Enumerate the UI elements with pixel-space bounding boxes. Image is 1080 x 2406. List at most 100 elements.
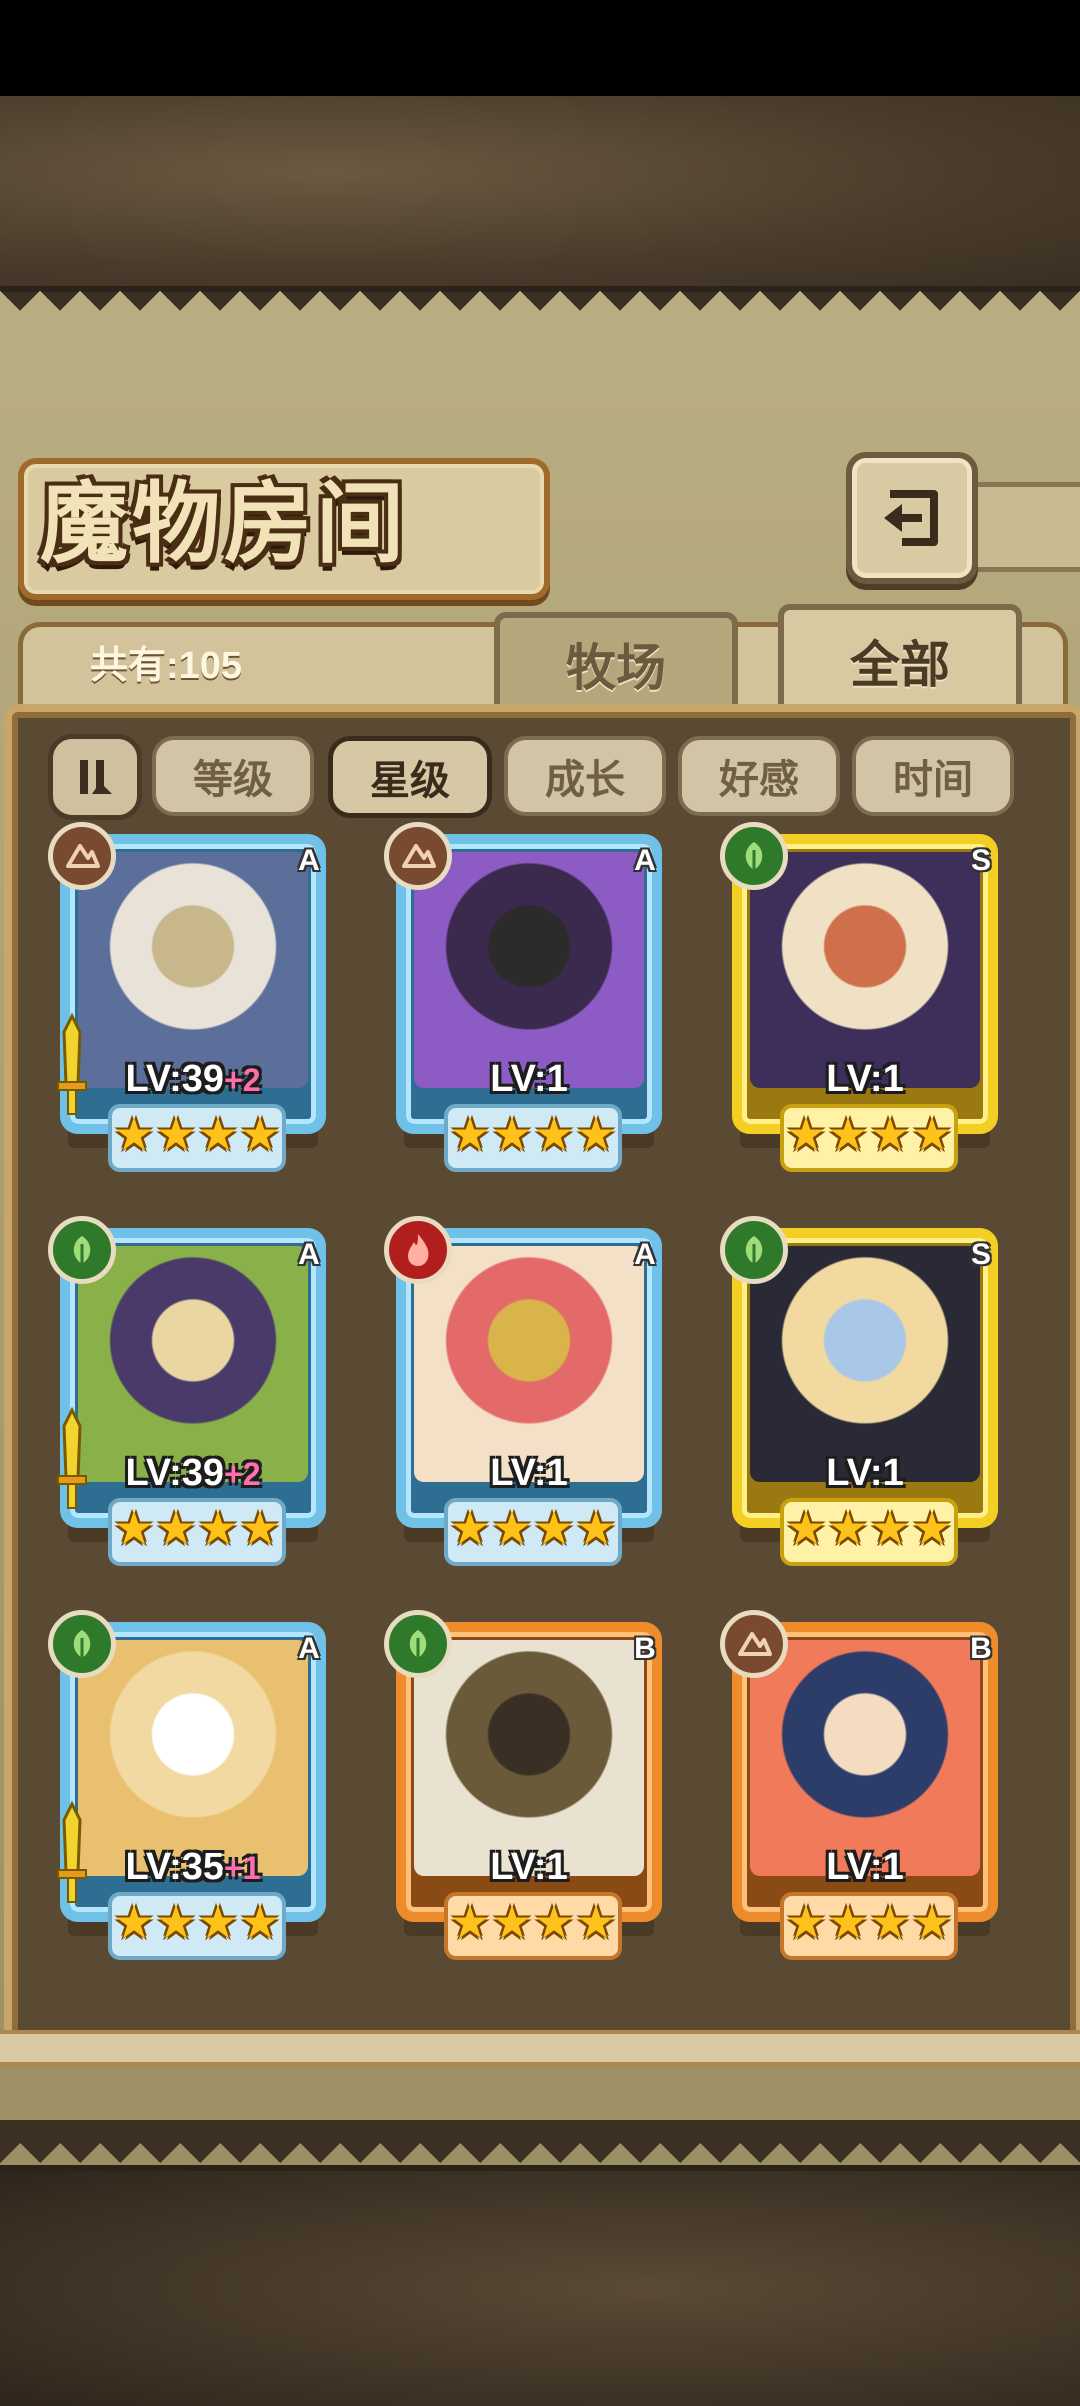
monster-level: LV:1 <box>760 1846 970 1890</box>
monster-card[interactable]: B LV:1 ★ ★ ★ ★ <box>384 1610 674 1965</box>
monster-card[interactable]: S LV:1 ★ ★ ★ ★ <box>720 1216 1010 1571</box>
torn-edge-bottom <box>0 2120 1080 2166</box>
level-text: LV:1 <box>826 1846 904 1888</box>
star-icon: ★ <box>113 1896 155 1948</box>
sort-affection-button[interactable]: 好感 <box>678 736 840 816</box>
torn-edge-top <box>0 288 1080 334</box>
star-icon: ★ <box>533 1896 575 1948</box>
earth-element-icon <box>384 822 452 890</box>
back-button-rail <box>960 482 1080 572</box>
star-icon: ★ <box>869 1502 911 1554</box>
panel-bottom-rail <box>0 2030 1080 2066</box>
monster-card[interactable]: A LV:39+2 ★ ★ ★ ★ <box>48 822 338 1177</box>
monster-card[interactable]: A LV:1 ★ ★ ★ ★ <box>384 1216 674 1571</box>
star-icon: ★ <box>449 1108 491 1160</box>
rank-badge: A <box>634 844 656 877</box>
level-text: LV:1 <box>826 1058 904 1100</box>
star-icon: ★ <box>911 1108 953 1160</box>
star-icon: ★ <box>911 1896 953 1948</box>
monster-card[interactable]: S LV:1 ★ ★ ★ ★ <box>720 822 1010 1177</box>
sword-icon <box>54 1012 90 1122</box>
star-icon: ★ <box>197 1896 239 1948</box>
monster-card[interactable]: A LV:35+1 ★ ★ ★ ★ <box>48 1610 338 1965</box>
star-icon: ★ <box>155 1502 197 1554</box>
monster-level: LV:1 <box>760 1058 970 1102</box>
monster-card[interactable]: A LV:39+2 ★ ★ ★ ★ <box>48 1216 338 1571</box>
star-icon: ★ <box>785 1108 827 1160</box>
level-bonus: +1 <box>224 1850 261 1886</box>
sort-order-toggle[interactable] <box>48 734 142 820</box>
monster-card[interactable]: B LV:1 ★ ★ ★ ★ <box>720 1610 1010 1965</box>
monster-portrait <box>414 1640 644 1876</box>
monster-portrait <box>78 1640 308 1876</box>
monster-portrait <box>414 852 644 1088</box>
star-icon: ★ <box>113 1108 155 1160</box>
star-icon: ★ <box>491 1896 533 1948</box>
star-icon: ★ <box>575 1502 617 1554</box>
sort-growth-button[interactable]: 成长 <box>504 736 666 816</box>
star-icon: ★ <box>449 1896 491 1948</box>
star-rating: ★ ★ ★ ★ <box>444 1892 622 1960</box>
monster-portrait <box>414 1246 644 1482</box>
monster-level: LV:35+1 <box>88 1846 298 1890</box>
star-icon: ★ <box>911 1502 953 1554</box>
rank-badge: S <box>970 844 991 877</box>
monster-card[interactable]: A LV:1 ★ ★ ★ ★ <box>384 822 674 1177</box>
rank-badge: B <box>970 1632 992 1665</box>
star-icon: ★ <box>575 1896 617 1948</box>
level-text: LV:35 <box>125 1846 225 1888</box>
star-icon: ★ <box>785 1896 827 1948</box>
back-button[interactable] <box>846 452 978 584</box>
earth-glyph <box>402 844 436 868</box>
star-icon: ★ <box>239 1502 281 1554</box>
monster-portrait <box>750 1640 980 1876</box>
grass-element-icon <box>48 1610 116 1678</box>
star-icon: ★ <box>491 1108 533 1160</box>
sort-level-button[interactable]: 等级 <box>152 736 314 816</box>
monster-count: 共有:105 <box>90 645 243 687</box>
star-icon: ★ <box>155 1108 197 1160</box>
grass-glyph <box>745 1236 763 1264</box>
star-icon: ★ <box>827 1502 869 1554</box>
monster-level: LV:1 <box>424 1452 634 1496</box>
star-icon: ★ <box>869 1896 911 1948</box>
level-text: LV:1 <box>490 1846 568 1888</box>
monster-level: LV:39+2 <box>88 1058 298 1102</box>
monster-portrait <box>78 852 308 1088</box>
map-background-top <box>0 96 1080 292</box>
sword-icon <box>54 1406 90 1516</box>
star-icon: ★ <box>197 1108 239 1160</box>
tab-ranch[interactable]: 牧场 <box>494 612 738 710</box>
sort-star-button[interactable]: 星级 <box>328 736 492 818</box>
sword-icon <box>54 1800 90 1910</box>
level-text: LV:1 <box>826 1452 904 1494</box>
monster-level: LV:1 <box>760 1452 970 1496</box>
grass-glyph <box>73 1236 91 1264</box>
level-bonus: +2 <box>224 1456 261 1492</box>
star-icon: ★ <box>533 1502 575 1554</box>
monster-level: LV:1 <box>424 1846 634 1890</box>
fire-glyph <box>408 1234 429 1266</box>
star-icon: ★ <box>827 1108 869 1160</box>
grass-element-icon <box>384 1610 452 1678</box>
star-icon: ★ <box>827 1896 869 1948</box>
grass-element-icon <box>720 1216 788 1284</box>
grass-glyph <box>73 1630 91 1658</box>
star-icon: ★ <box>239 1896 281 1948</box>
star-icon: ★ <box>869 1108 911 1160</box>
grass-element-icon <box>720 822 788 890</box>
level-text: LV:39 <box>125 1452 225 1494</box>
rank-badge: A <box>298 844 320 877</box>
star-icon: ★ <box>575 1108 617 1160</box>
star-icon: ★ <box>239 1108 281 1160</box>
star-rating: ★ ★ ★ ★ <box>108 1892 286 1960</box>
tab-all[interactable]: 全部 <box>778 604 1022 712</box>
sort-order-icon <box>80 760 112 794</box>
level-text: LV:1 <box>490 1452 568 1494</box>
star-icon: ★ <box>533 1108 575 1160</box>
sort-time-button[interactable]: 时间 <box>852 736 1014 816</box>
star-rating: ★ ★ ★ ★ <box>444 1498 622 1566</box>
monster-level: LV:1 <box>424 1058 634 1102</box>
monster-portrait <box>750 852 980 1088</box>
rank-badge: A <box>634 1238 656 1271</box>
